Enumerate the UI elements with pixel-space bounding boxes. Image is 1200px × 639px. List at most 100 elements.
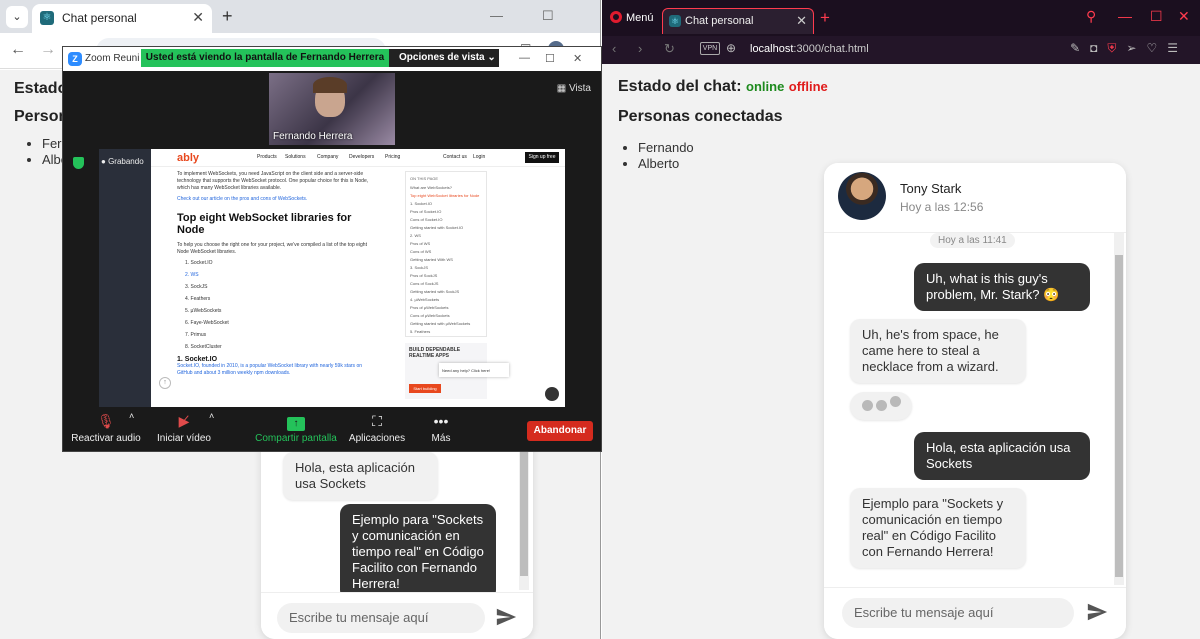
toc-item: What are WebSockets? (410, 185, 452, 190)
participant-hair (313, 77, 347, 93)
tab-search-button[interactable]: ⌄ (6, 6, 28, 28)
toc-item: Cons of Socket.IO (410, 217, 443, 222)
typing-indicator (850, 392, 912, 420)
chat-scrollbar[interactable] (1114, 233, 1124, 585)
send-icon[interactable] (1086, 601, 1108, 623)
toc-item: 1. Socket.IO (410, 201, 433, 206)
person-item: Alberto (638, 156, 694, 172)
more-button[interactable]: ••• Más (425, 413, 457, 444)
apps-label: Aplicaciones (348, 433, 406, 444)
status-online: online (746, 79, 785, 94)
vpn-badge[interactable]: VPN (700, 42, 720, 55)
contact-avatar (838, 172, 886, 220)
toc-item: Pros of Socket.IO (410, 209, 442, 214)
toc-title: ON THIS PAGE (410, 176, 439, 181)
zoom-controls: 🎙 Reactivar audio ˄ ▶̸ Iniciar vídeo ˄ ↑… (63, 407, 601, 451)
share-screen-label: Compartir pantalla (255, 433, 337, 444)
leave-meeting-button[interactable]: Abandonar (527, 421, 593, 441)
menu-icon[interactable]: ☰ (1167, 41, 1188, 55)
zoom-close-icon[interactable]: ✕ (573, 52, 582, 65)
react-icon: ⚛ (669, 15, 681, 27)
article-heading: Top eight WebSocket libraries for Node (177, 212, 352, 236)
back-icon[interactable]: ← (10, 41, 26, 59)
edit-icon[interactable]: ✎ (1070, 41, 1090, 55)
close-tab-icon[interactable]: ✕ (796, 13, 807, 29)
send-icon[interactable] (495, 606, 517, 628)
minimize-icon[interactable]: — (490, 8, 503, 23)
address-bar-actions[interactable]: ✎◘⛨➢♡☰ (1070, 41, 1188, 56)
zoom-window-title: Zoom Reuni (85, 53, 140, 64)
people-list: Fernando Alberto (622, 140, 694, 172)
toc-item: Getting started With WS (410, 257, 453, 262)
toc-item: Top eight WebSocket libraries for Node (410, 193, 480, 198)
toc-item: Cons of WS (410, 249, 432, 254)
url-path: :3000/chat.html (793, 43, 869, 55)
search-icon[interactable]: ⚲ (1086, 8, 1096, 25)
maximize-icon[interactable]: ☐ (1150, 8, 1163, 25)
apps-icon: ⛶ (372, 413, 382, 429)
toc-item: 5. Feathers (410, 329, 431, 334)
adblock-shield-icon[interactable]: ⛨ (1107, 41, 1126, 55)
chat-card: Tony Stark Hoy a las 12:56 Hoy a las 11:… (824, 163, 1126, 639)
chrome-tabstrip: ⌄ ⚛ Chat personal ✕ + — ☐ (0, 0, 600, 33)
zoom-maximize-icon[interactable]: ☐ (545, 52, 555, 65)
typing-dot (862, 400, 873, 411)
status-heading: Estado (14, 80, 68, 97)
close-window-icon[interactable]: ✕ (1178, 8, 1190, 25)
toc-item: Getting started with Socket.IO (410, 225, 464, 230)
zoom-window: Z Zoom Reuni Usted está viendo la pantal… (62, 46, 602, 452)
video-options-chevron-icon[interactable]: ˄ (209, 411, 214, 421)
chat-message-incoming: Ejemplo para "Sockets y comunicación en … (850, 488, 1026, 568)
minimize-icon[interactable]: — (1118, 8, 1132, 24)
chat-message-incoming: Hola, esta aplicación usa Sockets (283, 452, 438, 500)
toc-item: Cons of SockJS (410, 281, 439, 286)
scroll-up-icon: ↑ (159, 377, 171, 389)
new-tab-button[interactable]: + (222, 6, 233, 27)
toc-item: Pros of SockJS (410, 273, 438, 278)
forward-icon[interactable]: → (40, 41, 56, 59)
view-toggle-button[interactable]: ▦ Vista (557, 83, 591, 94)
maximize-icon[interactable]: ☐ (542, 8, 554, 24)
toc-item: Cons of µWebSockets (410, 313, 450, 318)
lib-item: 5. µWebSockets (185, 308, 222, 314)
message-input[interactable]: Escribe tu mensaje aquí (277, 603, 485, 633)
shared-left-panel: ● Grabando (99, 149, 151, 407)
apps-button[interactable]: ⛶ Aplicaciones (345, 413, 409, 444)
view-options-button[interactable]: Opciones de vista ⌄ (389, 49, 499, 67)
toc-item: 2. WS (410, 233, 421, 238)
zoom-titlebar: Z Zoom Reuni Usted está viendo la pantal… (63, 47, 601, 71)
toc-item: 4. µWebSockets (410, 297, 440, 302)
back-icon[interactable]: ‹ (612, 41, 616, 56)
send-icon[interactable]: ➢ (1126, 41, 1146, 55)
message-input[interactable]: Escribe tu mensaje aquí (842, 598, 1074, 628)
opera-menu-button[interactable]: Menú (610, 11, 654, 24)
start-video-button[interactable]: ▶̸ Iniciar vídeo (153, 413, 215, 444)
chat-scroll-thumb[interactable] (1115, 255, 1123, 577)
security-shield-icon[interactable] (73, 157, 84, 169)
article-paragraph: To implement WebSockets, you need JavaSc… (177, 171, 369, 191)
site-nav-item: Products (257, 154, 277, 160)
participant-video[interactable]: Fernando Herrera (269, 73, 395, 145)
audio-options-chevron-icon[interactable]: ˄ (129, 411, 134, 421)
chrome-tab-chat[interactable]: ⚛ Chat personal ✕ (32, 4, 212, 33)
lib-item: 3. SockJS (185, 284, 208, 290)
reload-icon[interactable]: ↻ (664, 41, 675, 57)
camera-icon[interactable]: ◘ (1090, 41, 1107, 55)
recording-text: Grabando (108, 157, 144, 166)
new-tab-button[interactable]: + (820, 8, 830, 28)
zoom-minimize-icon[interactable]: — (519, 52, 530, 64)
toc-item: Getting started with µWebSockets (410, 321, 471, 326)
help-popup: Need any help? Click here! (439, 363, 509, 377)
toc-item: Getting started with SockJS (410, 289, 460, 294)
close-tab-icon[interactable]: ✕ (192, 9, 204, 26)
forward-icon[interactable]: › (638, 41, 642, 56)
opera-window: Menú ⚛ Chat personal ✕ + ⚲ — ☐ ✕ ‹ › ↻ V… (602, 0, 1200, 639)
url-field[interactable]: localhost:3000/chat.html (750, 43, 869, 55)
recording-label: ● Grabando (101, 157, 144, 166)
status-offline: offline (788, 79, 828, 94)
share-screen-button[interactable]: ↑ Compartir pantalla (255, 413, 337, 444)
opera-tab-chat[interactable]: ⚛ Chat personal ✕ (662, 8, 814, 34)
chevron-down-icon: ⌄ (487, 52, 496, 63)
heart-icon[interactable]: ♡ (1146, 41, 1167, 55)
chat-message-outgoing: Uh, what is this guy's problem, Mr. Star… (914, 263, 1090, 311)
